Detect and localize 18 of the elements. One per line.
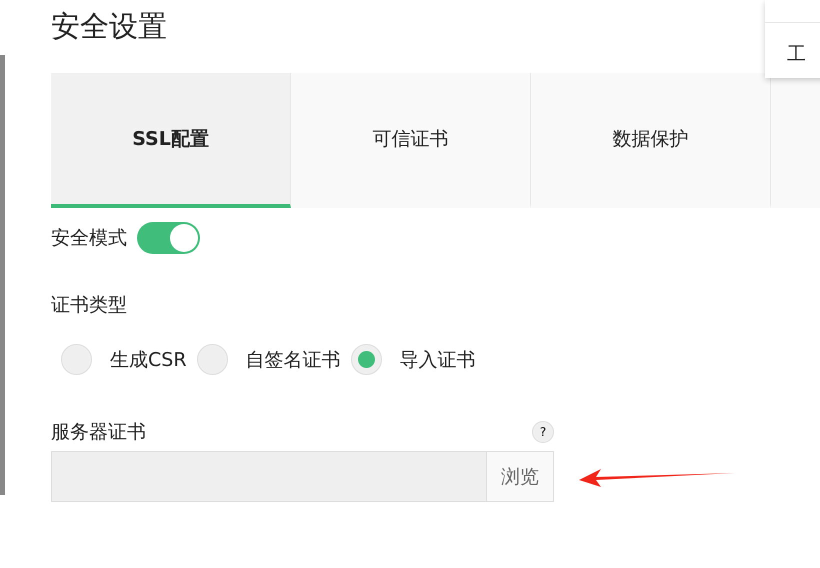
browse-button[interactable]: 浏览 <box>486 452 553 501</box>
menu-item[interactable]: 工 <box>765 22 820 67</box>
tab[interactable]: 可信证书 <box>291 73 531 208</box>
server-cert-label: 服务器证书 <box>51 420 146 445</box>
radio-button[interactable] <box>196 344 228 375</box>
help-icon[interactable]: ? <box>532 421 554 443</box>
radio-label: 自签名证书 <box>246 348 341 372</box>
tab[interactable]: SSL配置 <box>51 73 291 208</box>
file-input-field[interactable]: 浏览 <box>51 451 554 502</box>
radio-label: 生成CSR <box>110 348 187 372</box>
cert-type-label: 证书类型 <box>51 293 127 318</box>
tab[interactable]: 数据保护 <box>531 73 771 208</box>
radio-button[interactable] <box>350 344 382 375</box>
toggle-switch[interactable] <box>137 222 200 254</box>
page-title: 安全设置 <box>51 8 167 45</box>
radio-label: 导入证书 <box>400 348 476 372</box>
radio-button[interactable] <box>61 344 92 375</box>
secure-mode-label: 安全模式 <box>51 226 127 251</box>
